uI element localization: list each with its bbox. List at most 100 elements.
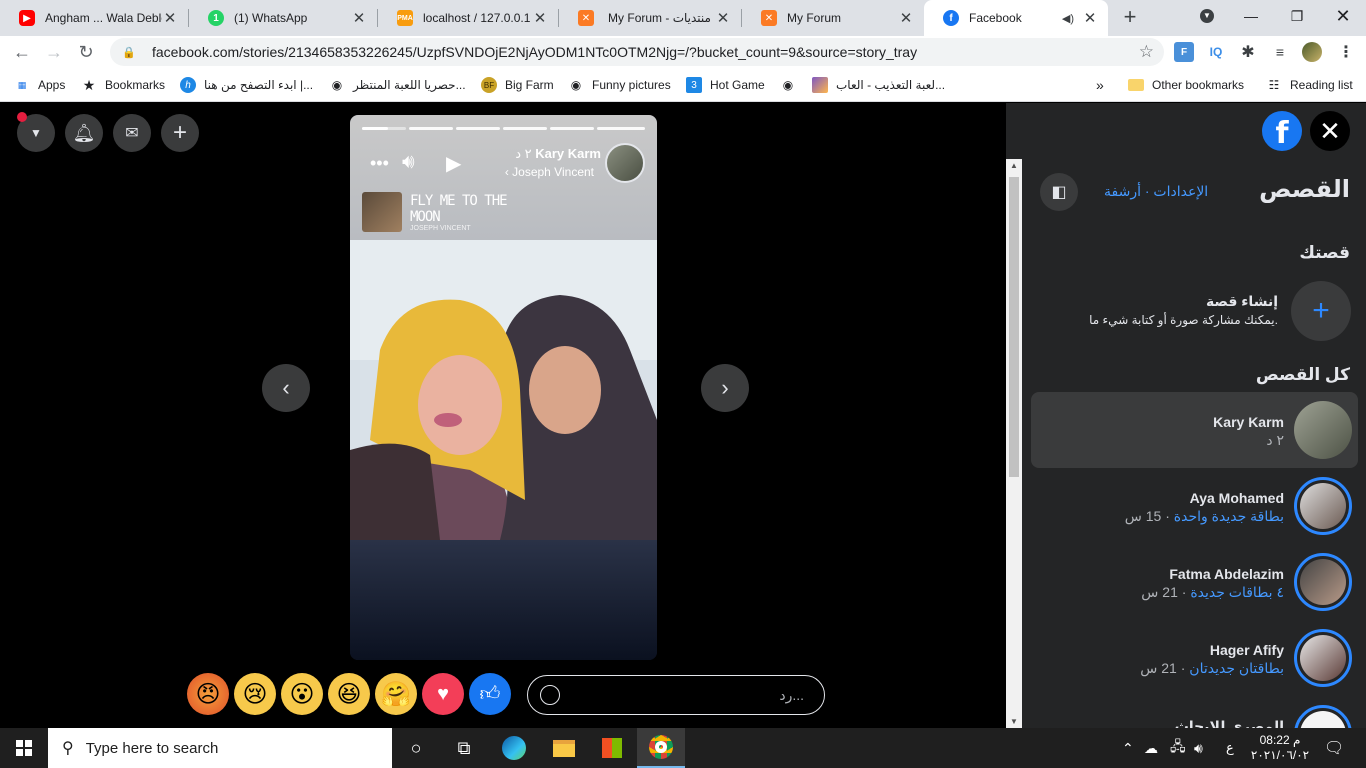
- story-music-line[interactable]: ‹ Joseph Vincent: [505, 165, 594, 179]
- close-stories-button[interactable]: ✕: [1310, 111, 1350, 151]
- plus-icon: +: [172, 119, 187, 146]
- tab-my-forum[interactable]: ✕ My Forum ✕: [742, 0, 924, 36]
- chrome-taskbar-icon[interactable]: [637, 728, 685, 768]
- bookmark-torture-game[interactable]: لعبة التعذيب - العاب...: [812, 76, 945, 94]
- tab-whatsapp[interactable]: 1 (1) WhatsApp ✕: [189, 0, 377, 36]
- forward-button[interactable]: →: [42, 40, 66, 64]
- story-card[interactable]: ••• 🔊︎ ▶ ٢ د Kary Karm ‹ Joseph Vincent …: [350, 115, 657, 660]
- tab-search-button[interactable]: ▼: [1184, 0, 1230, 32]
- profile-avatar[interactable]: [1302, 42, 1322, 62]
- minimize-button[interactable]: —: [1228, 0, 1274, 32]
- story-list-item[interactable]: Fatma Abdelazim ٤ بطاقات جديدة · 21 س: [1031, 544, 1358, 620]
- close-tab-icon[interactable]: ✕: [532, 10, 548, 27]
- music-sticker: FLY ME TO THE MOON JOSEPH VINCENT: [362, 192, 542, 232]
- new-tab-button[interactable]: +: [1120, 6, 1140, 28]
- create-button[interactable]: +: [161, 114, 199, 152]
- tab-facebook[interactable]: f Facebook ◀) ✕: [924, 0, 1108, 36]
- settings-link[interactable]: الإعدادات: [1153, 183, 1208, 199]
- sticker-icon[interactable]: [540, 685, 560, 705]
- cortana-icon[interactable]: ○: [392, 728, 440, 768]
- care-reaction-icon[interactable]: 🤗: [375, 673, 417, 715]
- search-icon: ⚲: [62, 740, 74, 757]
- taskbar-search[interactable]: ⚲ Type here to search: [48, 728, 392, 768]
- chrome-menu-icon[interactable]: ⋮: [1336, 42, 1356, 62]
- story-list-item[interactable]: Aya Mohamed بطاقة جديدة واحدة · 15 س: [1031, 468, 1358, 544]
- notification-dot: [17, 112, 27, 122]
- extension-iq-icon[interactable]: IQ: [1206, 42, 1226, 62]
- whatsapp-icon: 1: [208, 10, 224, 26]
- volume-icon[interactable]: 🔊︎: [402, 151, 415, 174]
- bookmark-bookmarks[interactable]: ★ Bookmarks: [81, 76, 165, 94]
- media-controls-icon[interactable]: ≡: [1270, 42, 1290, 62]
- more-options-icon[interactable]: •••: [370, 153, 389, 174]
- clock[interactable]: 08:22 م ٢٠٢١/٠٦/٠٢: [1251, 728, 1309, 768]
- messenger-button[interactable]: ✉: [113, 114, 151, 152]
- wow-reaction-icon[interactable]: 😮: [281, 673, 323, 715]
- reply-input[interactable]: رد...: [527, 675, 825, 715]
- bookmark-big-farm[interactable]: BF Big Farm: [481, 76, 554, 94]
- volume-tray-icon[interactable]: 🔊︎: [1194, 728, 1203, 768]
- love-reaction-icon[interactable]: ♥: [422, 673, 464, 715]
- bookmark-other[interactable]: Other bookmarks: [1128, 76, 1244, 94]
- close-tab-icon[interactable]: ✕: [898, 10, 914, 27]
- bookmark-reading-list[interactable]: ☷ Reading list: [1266, 76, 1353, 94]
- story-list-item[interactable]: Hager Afify بطاقتان جديدتان · 21 س: [1031, 620, 1358, 696]
- previous-story-button[interactable]: ‹: [262, 364, 310, 412]
- bookmark-funny-pictures[interactable]: ◉ Funny pictures: [568, 76, 671, 94]
- file-explorer-icon[interactable]: [540, 728, 588, 768]
- edge-icon[interactable]: [490, 728, 538, 768]
- angry-reaction-icon[interactable]: 😠: [187, 673, 229, 715]
- archive-link[interactable]: أرشفة: [1104, 183, 1141, 199]
- bookmark-globe[interactable]: ◉: [780, 76, 804, 94]
- hotgame-icon: 3: [686, 77, 702, 93]
- start-button[interactable]: [0, 728, 48, 768]
- extensions-puzzle-icon[interactable]: ✱: [1238, 42, 1258, 62]
- panel-title: القصص: [1259, 176, 1350, 203]
- tab-my-forum-arabic[interactable]: ✕ My Forum - منتديات ✕: [559, 0, 741, 36]
- input-language[interactable]: ع: [1226, 728, 1234, 768]
- panel-scrollbar[interactable]: ▲ ▼: [1006, 159, 1022, 728]
- story-author[interactable]: Kary Karm: [535, 146, 601, 161]
- lock-icon: 🔒: [122, 47, 136, 59]
- store-icon[interactable]: [588, 728, 636, 768]
- close-tab-icon[interactable]: ✕: [715, 10, 731, 27]
- story-list-item[interactable]: المصري للابحاث: [1031, 696, 1358, 728]
- bookmark-browse-start[interactable]: h ابدء التصفح من هنا |...: [180, 76, 313, 94]
- create-story-title[interactable]: إنشاء قصة: [1206, 293, 1278, 310]
- reload-button[interactable]: ↻: [74, 40, 98, 64]
- globe-icon: ◉: [570, 78, 582, 92]
- show-hidden-icons[interactable]: ⌃: [1122, 728, 1134, 768]
- bookmark-star-icon[interactable]: ☆: [1139, 42, 1154, 62]
- haha-reaction-icon[interactable]: 😆: [328, 673, 370, 715]
- tab-youtube[interactable]: ▶ Angham ... Wala Deble ✕: [0, 0, 188, 36]
- network-icon[interactable]: 🖧: [1170, 728, 1186, 768]
- bookmark-hot-game[interactable]: 3 Hot Game: [686, 76, 765, 94]
- bookmark-exclusive-game[interactable]: ◉ حصريا اللعبة المنتظر...: [329, 76, 466, 94]
- back-button[interactable]: ←: [10, 40, 34, 64]
- address-bar[interactable]: 🔒 facebook.com/stories/2134658353226245/…: [110, 38, 1164, 66]
- extension-fl-icon[interactable]: F: [1174, 42, 1194, 62]
- close-window-button[interactable]: ✕: [1320, 0, 1366, 32]
- next-story-button[interactable]: ›: [701, 364, 749, 412]
- close-tab-icon[interactable]: ✕: [162, 10, 178, 27]
- onedrive-icon[interactable]: ☁: [1144, 728, 1158, 768]
- story-author-avatar[interactable]: [605, 143, 645, 183]
- play-icon[interactable]: ▶: [446, 151, 461, 176]
- facebook-logo-icon[interactable]: f: [1262, 111, 1302, 151]
- sad-reaction-icon[interactable]: 😢: [234, 673, 276, 715]
- task-view-icon[interactable]: ⧉: [440, 728, 488, 768]
- story-list-item[interactable]: Kary Karm ٢ د: [1031, 392, 1358, 468]
- action-center-icon[interactable]: 🗨︎: [1324, 728, 1344, 768]
- close-tab-icon[interactable]: ✕: [1082, 10, 1098, 27]
- restore-button[interactable]: ❐: [1274, 0, 1320, 32]
- speaker-icon[interactable]: ◀): [1062, 12, 1074, 25]
- like-reaction-icon[interactable]: 👍︎: [469, 673, 511, 715]
- tab-phpmyadmin[interactable]: PMA localhost / 127.0.0.1 / ✕: [378, 0, 558, 36]
- notifications-button[interactable]: 🔔︎: [65, 114, 103, 152]
- windows-logo-icon: [16, 740, 32, 756]
- bookmarks-overflow-button[interactable]: »: [1096, 76, 1104, 94]
- close-tab-icon[interactable]: ✕: [351, 10, 367, 27]
- bookmark-apps[interactable]: ▦ Apps: [14, 76, 66, 94]
- hide-sidebar-button[interactable]: ◧: [1040, 173, 1078, 211]
- create-story-button[interactable]: +: [1291, 281, 1351, 341]
